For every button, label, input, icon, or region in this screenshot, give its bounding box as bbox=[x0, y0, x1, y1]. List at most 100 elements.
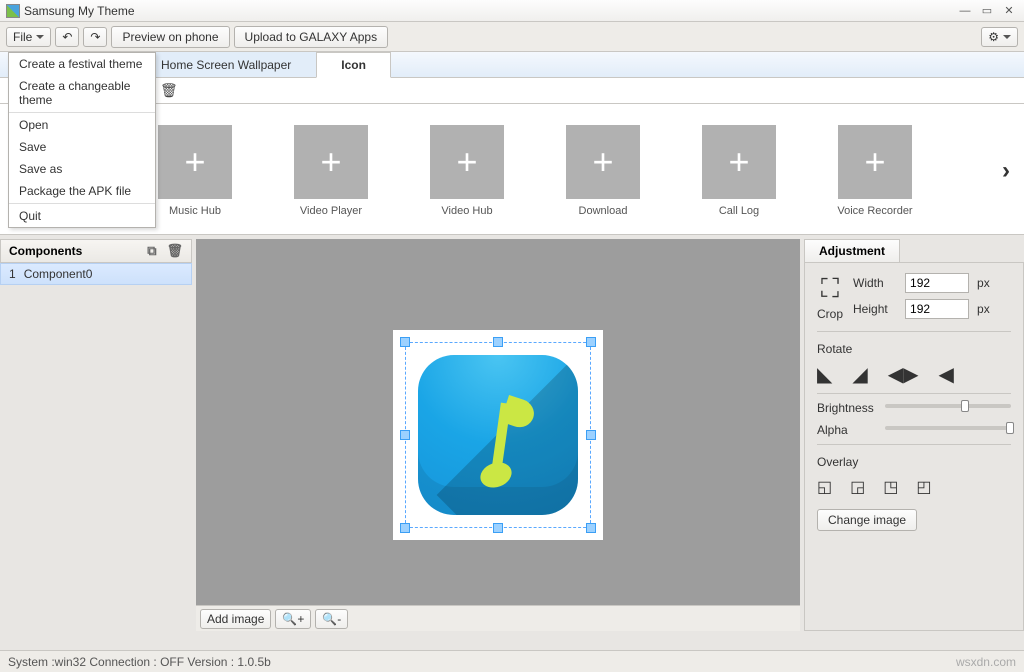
adjustment-body: ⛶ Crop Width px Height px bbox=[804, 262, 1024, 631]
file-dropdown-menu: Create a festival theme Create a changea… bbox=[8, 52, 156, 228]
maximize-button[interactable]: ▭ bbox=[978, 4, 996, 18]
bring-front-icon[interactable]: ◱ bbox=[817, 477, 832, 497]
app-icon bbox=[6, 4, 20, 18]
send-backward-icon[interactable]: ◳ bbox=[883, 477, 898, 497]
components-panel: Components ⧉ 🗑 1 Component0 bbox=[0, 239, 196, 631]
toolbar: File ↶ ↷ Preview on phone Upload to GALA… bbox=[0, 22, 1024, 52]
workspace: Components ⧉ 🗑 1 Component0 bbox=[0, 235, 1024, 631]
file-label: File bbox=[13, 30, 32, 44]
adjustment-panel: Adjustment ⛶ Crop Width px Height bbox=[800, 239, 1024, 631]
height-input[interactable] bbox=[905, 299, 969, 319]
plus-icon[interactable]: + bbox=[430, 125, 504, 199]
plus-icon[interactable]: + bbox=[158, 125, 232, 199]
height-label: Height bbox=[853, 302, 897, 316]
close-button[interactable]: ✕ bbox=[1000, 4, 1018, 18]
selection-outline bbox=[405, 342, 591, 528]
brightness-slider[interactable] bbox=[885, 404, 1011, 408]
caret-down-icon bbox=[1003, 35, 1011, 39]
resize-handle[interactable] bbox=[400, 337, 410, 347]
scroll-right-button[interactable]: › bbox=[1002, 157, 1010, 185]
delete-icon[interactable]: 🗑 bbox=[160, 82, 178, 99]
canvas-paper bbox=[393, 330, 603, 540]
icon-label: Video Player bbox=[300, 205, 362, 217]
unit-px: px bbox=[977, 302, 990, 316]
watermark: wsxdn.com bbox=[956, 655, 1016, 669]
resize-handle[interactable] bbox=[400, 430, 410, 440]
tab-icon[interactable]: Icon bbox=[316, 52, 391, 78]
menu-create-changeable[interactable]: Create a changeable theme bbox=[9, 75, 155, 111]
delete-icon[interactable]: 🗑 bbox=[166, 243, 183, 259]
overlay-label: Overlay bbox=[817, 455, 1011, 469]
menu-separator bbox=[9, 112, 155, 113]
settings-button[interactable]: ⚙ bbox=[981, 27, 1018, 47]
redo-button[interactable]: ↷ bbox=[83, 27, 107, 47]
minimize-button[interactable]: — bbox=[956, 4, 974, 18]
window-title: Samsung My Theme bbox=[24, 4, 135, 18]
plus-icon[interactable]: + bbox=[838, 125, 912, 199]
menu-save-as[interactable]: Save as bbox=[9, 158, 155, 180]
width-label: Width bbox=[853, 276, 897, 290]
icon-cell[interactable]: + Voice Recorder bbox=[830, 125, 920, 217]
resize-handle[interactable] bbox=[493, 337, 503, 347]
components-header: Components ⧉ 🗑 bbox=[0, 239, 192, 263]
resize-handle[interactable] bbox=[400, 523, 410, 533]
preview-button[interactable]: Preview on phone bbox=[111, 26, 229, 48]
zoom-out-button[interactable]: 🔍- bbox=[315, 609, 348, 629]
upload-button[interactable]: Upload to GALAXY Apps bbox=[234, 26, 389, 48]
menu-create-festival[interactable]: Create a festival theme bbox=[9, 53, 155, 75]
menu-quit[interactable]: Quit bbox=[9, 205, 155, 227]
components-title: Components bbox=[9, 244, 82, 258]
bring-forward-icon[interactable]: ◲ bbox=[850, 477, 865, 497]
alpha-slider[interactable] bbox=[885, 426, 1011, 430]
flip-vertical-icon[interactable]: ◀ bbox=[939, 362, 954, 387]
icon-cell[interactable]: + Call Log bbox=[694, 125, 784, 217]
alpha-label: Alpha bbox=[817, 423, 881, 437]
copy-icon[interactable]: ⧉ bbox=[147, 243, 156, 259]
icon-label: Music Hub bbox=[169, 205, 221, 217]
unit-px: px bbox=[977, 276, 990, 290]
plus-icon[interactable]: + bbox=[566, 125, 640, 199]
menu-open[interactable]: Open bbox=[9, 114, 155, 136]
rotate-left-icon[interactable]: ◣ bbox=[817, 362, 832, 387]
icon-cell[interactable]: + Video Player bbox=[286, 125, 376, 217]
icon-label: Call Log bbox=[719, 205, 759, 217]
resize-handle[interactable] bbox=[586, 430, 596, 440]
component-row[interactable]: 1 Component0 bbox=[0, 263, 192, 285]
flip-horizontal-icon[interactable]: ◀▶ bbox=[888, 362, 919, 387]
rotate-label: Rotate bbox=[817, 342, 1011, 356]
crop-label: Crop bbox=[817, 307, 843, 321]
send-back-icon[interactable]: ◰ bbox=[916, 477, 931, 497]
component-name: Component0 bbox=[24, 267, 93, 281]
brightness-label: Brightness bbox=[817, 401, 881, 415]
width-input[interactable] bbox=[905, 273, 969, 293]
plus-icon[interactable]: + bbox=[702, 125, 776, 199]
status-text: System :win32 Connection : OFF Version :… bbox=[8, 655, 271, 669]
canvas-toolbar: Add image 🔍+ 🔍- bbox=[196, 605, 800, 631]
canvas[interactable]: Add image 🔍+ 🔍- bbox=[196, 239, 800, 631]
icon-label: Download bbox=[579, 205, 628, 217]
menu-separator bbox=[9, 203, 155, 204]
file-menu-button[interactable]: File bbox=[6, 27, 51, 47]
resize-handle[interactable] bbox=[586, 523, 596, 533]
status-bar: System :win32 Connection : OFF Version :… bbox=[0, 650, 1024, 672]
titlebar: Samsung My Theme — ▭ ✕ bbox=[0, 0, 1024, 22]
menu-package[interactable]: Package the APK file bbox=[9, 180, 155, 202]
undo-button[interactable]: ↶ bbox=[55, 27, 79, 47]
icon-cell[interactable]: + Video Hub bbox=[422, 125, 512, 217]
icon-label: Voice Recorder bbox=[837, 205, 912, 217]
component-index: 1 bbox=[9, 267, 16, 281]
menu-save[interactable]: Save bbox=[9, 136, 155, 158]
change-image-button[interactable]: Change image bbox=[817, 509, 917, 531]
caret-down-icon bbox=[36, 35, 44, 39]
adjustment-tab[interactable]: Adjustment bbox=[804, 239, 900, 262]
icon-cell[interactable]: + Music Hub bbox=[150, 125, 240, 217]
plus-icon[interactable]: + bbox=[294, 125, 368, 199]
icon-cell[interactable]: + Download bbox=[558, 125, 648, 217]
resize-handle[interactable] bbox=[586, 337, 596, 347]
resize-handle[interactable] bbox=[493, 523, 503, 533]
icon-label: Video Hub bbox=[441, 205, 492, 217]
add-image-button[interactable]: Add image bbox=[200, 609, 271, 629]
crop-icon[interactable]: ⛶ bbox=[821, 273, 839, 305]
rotate-right-icon[interactable]: ◢ bbox=[852, 362, 867, 387]
zoom-in-button[interactable]: 🔍+ bbox=[275, 609, 311, 629]
